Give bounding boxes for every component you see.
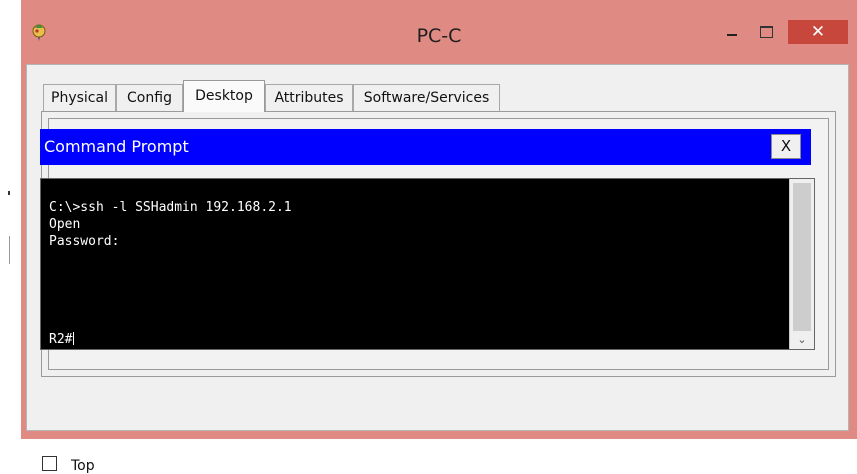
minimize-icon [727,34,737,36]
terminal-prompt: R2# [49,332,73,347]
scroll-down-icon[interactable]: ⌄ [790,332,814,349]
terminal-scrollbar[interactable]: ⌄ [789,179,814,349]
maximize-button[interactable] [751,20,781,44]
tab-desktop[interactable]: Desktop [183,80,265,112]
terminal-line: Password: [49,234,120,249]
terminal-history: C:\>ssh -l SSHadmin 192.168.2.1 Open Passw… [49,199,292,250]
tab-attributes[interactable]: Attributes [265,84,353,111]
close-icon: ✕ [810,22,826,42]
terminal-prompt-line[interactable]: R2# [49,331,75,348]
command-prompt-close-button[interactable]: X [771,134,801,159]
tab-config[interactable]: Config [116,84,183,111]
scrollbar-thumb[interactable] [793,183,811,331]
terminal-line: C:\>ssh -l SSHadmin 192.168.2.1 [49,200,292,215]
pc-c-window: PC-C ✕ Physical Config Desktop Attribute… [21,0,857,474]
terminal-line: Open [49,217,81,232]
command-prompt-title: Command Prompt [44,137,189,156]
background-mark [9,236,10,264]
command-prompt-header: Command Prompt X [40,129,811,165]
terminal-output[interactable]: C:\>ssh -l SSHadmin 192.168.2.1 Open Passw… [40,178,815,350]
top-checkbox[interactable] [42,456,57,471]
desktop-background-strip [0,0,21,439]
text-cursor [73,332,75,345]
title-bar[interactable]: PC-C ✕ [21,0,857,47]
close-button[interactable]: ✕ [788,20,848,44]
tab-physical[interactable]: Physical [43,84,116,111]
maximize-icon [760,26,773,38]
minimize-button[interactable] [718,20,746,44]
top-checkbox-label: Top [71,458,95,474]
tab-software-services[interactable]: Software/Services [353,84,500,111]
background-mark [8,191,10,195]
